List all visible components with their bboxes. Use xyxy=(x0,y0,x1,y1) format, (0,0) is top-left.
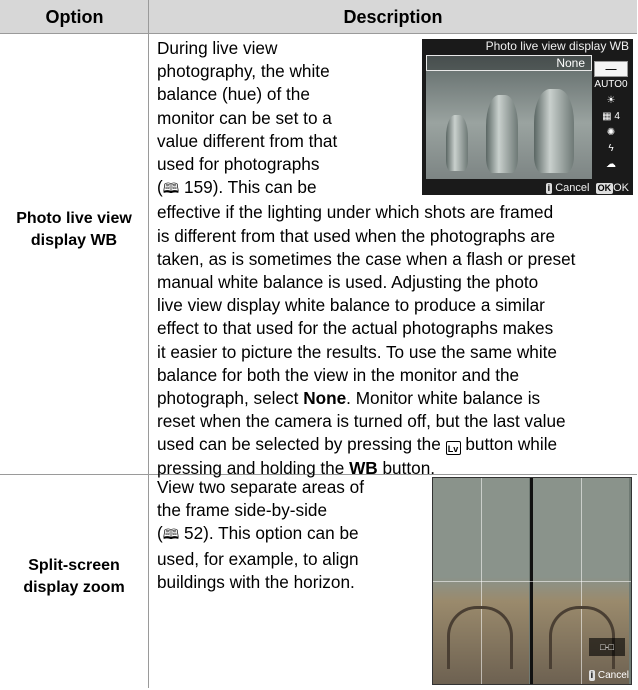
desc-line: effect to that used for the actual photo… xyxy=(157,318,554,339)
column-divider xyxy=(148,0,149,688)
info-badge-icon: i xyxy=(588,670,596,681)
perfume-bottles-image xyxy=(426,55,592,179)
text: . Monitor white balance is xyxy=(346,388,541,409)
screen-title: Photo live view display WB xyxy=(485,39,629,53)
shade-icon: ☁ xyxy=(606,159,616,170)
page-ref-text: 52). This option can be xyxy=(184,523,359,544)
selected-value: None xyxy=(426,55,592,71)
page-ref-text: 159). This can be xyxy=(184,177,317,198)
incandescent-icon: ✺ xyxy=(606,127,616,138)
desc-line: taken, as is sometimes the case when a f… xyxy=(157,248,576,269)
desc-line: it easier to picture the results. To use… xyxy=(157,341,557,362)
bottle-shape xyxy=(446,115,468,171)
text: pressing and holding the xyxy=(157,457,350,478)
building-arch xyxy=(447,606,513,669)
option-label-line: Split-screen xyxy=(28,557,120,574)
bottle-shape xyxy=(534,89,574,173)
flash-icon: ϟ xyxy=(608,143,614,154)
description-split-screen: View two separate areas of the frame sid… xyxy=(157,476,427,594)
desc-line: (🕮 52). This option can be xyxy=(157,522,427,547)
screen-footer: i Cancel OK OK xyxy=(422,181,629,195)
text: photograph, select xyxy=(157,388,304,409)
menu-item-none: ‒‒ xyxy=(594,61,628,77)
option-photo-live-view-display-wb: Photo live view display WB xyxy=(0,208,148,252)
bottle-shape xyxy=(486,95,518,173)
option-split-screen-display-zoom: Split-screen display zoom xyxy=(0,555,148,599)
option-label-line: Photo live view xyxy=(16,210,132,227)
text: button while xyxy=(460,434,558,455)
cancel-label: Cancel xyxy=(555,182,590,194)
menu-item-auto: AUTO0 xyxy=(594,79,628,90)
screen-footer: i Cancel xyxy=(588,670,629,682)
desc-line: balance for both the view in the monitor… xyxy=(157,364,520,385)
sun-icon: ☀ xyxy=(606,95,616,106)
desc-line: used can be selected by pressing the Lv … xyxy=(157,433,633,456)
desc-line: photograph, select None. Monitor white b… xyxy=(157,387,633,410)
table-header-option: Option xyxy=(0,0,149,34)
camera-screen-split-zoom: □-□ i Cancel xyxy=(432,477,632,685)
camera-screen-wb-menu: Photo live view display WB None ‒‒ AUTO0… xyxy=(422,39,633,195)
gridline xyxy=(433,581,631,582)
wb-options-list: ‒‒ AUTO0 ☀ ▦ 4 ✺ ϟ ☁ xyxy=(594,59,632,179)
desc-line: used, for example, to align xyxy=(157,548,359,569)
desc-line: the frame side-by-side xyxy=(157,500,328,521)
desc-line: buildings with the horizon. xyxy=(157,571,355,592)
table-header-description: Description xyxy=(149,0,637,34)
text: used can be selected by pressing the xyxy=(157,434,446,455)
option-label-line: display zoom xyxy=(23,579,125,596)
text: button. xyxy=(377,457,436,478)
desc-line: View two separate areas of xyxy=(157,477,365,497)
desc-line: live view display white balance to produ… xyxy=(157,295,545,316)
book-icon: 🕮 xyxy=(162,527,180,544)
desc-line: is different from that used when the pho… xyxy=(157,225,556,246)
fluorescent-icon: ▦ 4 xyxy=(602,111,620,122)
ok-badge-icon: OK xyxy=(595,183,614,194)
book-icon: 🕮 xyxy=(162,181,180,198)
desc-line: reset when the camera is turned off, but… xyxy=(157,411,566,432)
bold-term: None xyxy=(303,388,347,409)
header-description-label: Description xyxy=(343,7,443,27)
lv-button-icon: Lv xyxy=(445,441,461,456)
ok-label: OK xyxy=(613,182,629,194)
header-option-label: Option xyxy=(45,7,104,27)
zoom-position-indicator: □-□ xyxy=(589,638,625,656)
option-label-line: display WB xyxy=(30,232,118,249)
bold-term: WB xyxy=(349,457,378,478)
desc-line: effective if the lighting under which sh… xyxy=(157,202,554,223)
info-badge-icon: i xyxy=(545,183,553,194)
cancel-label: Cancel xyxy=(597,670,629,681)
desc-line: manual white balance is used. Adjusting … xyxy=(157,272,539,293)
